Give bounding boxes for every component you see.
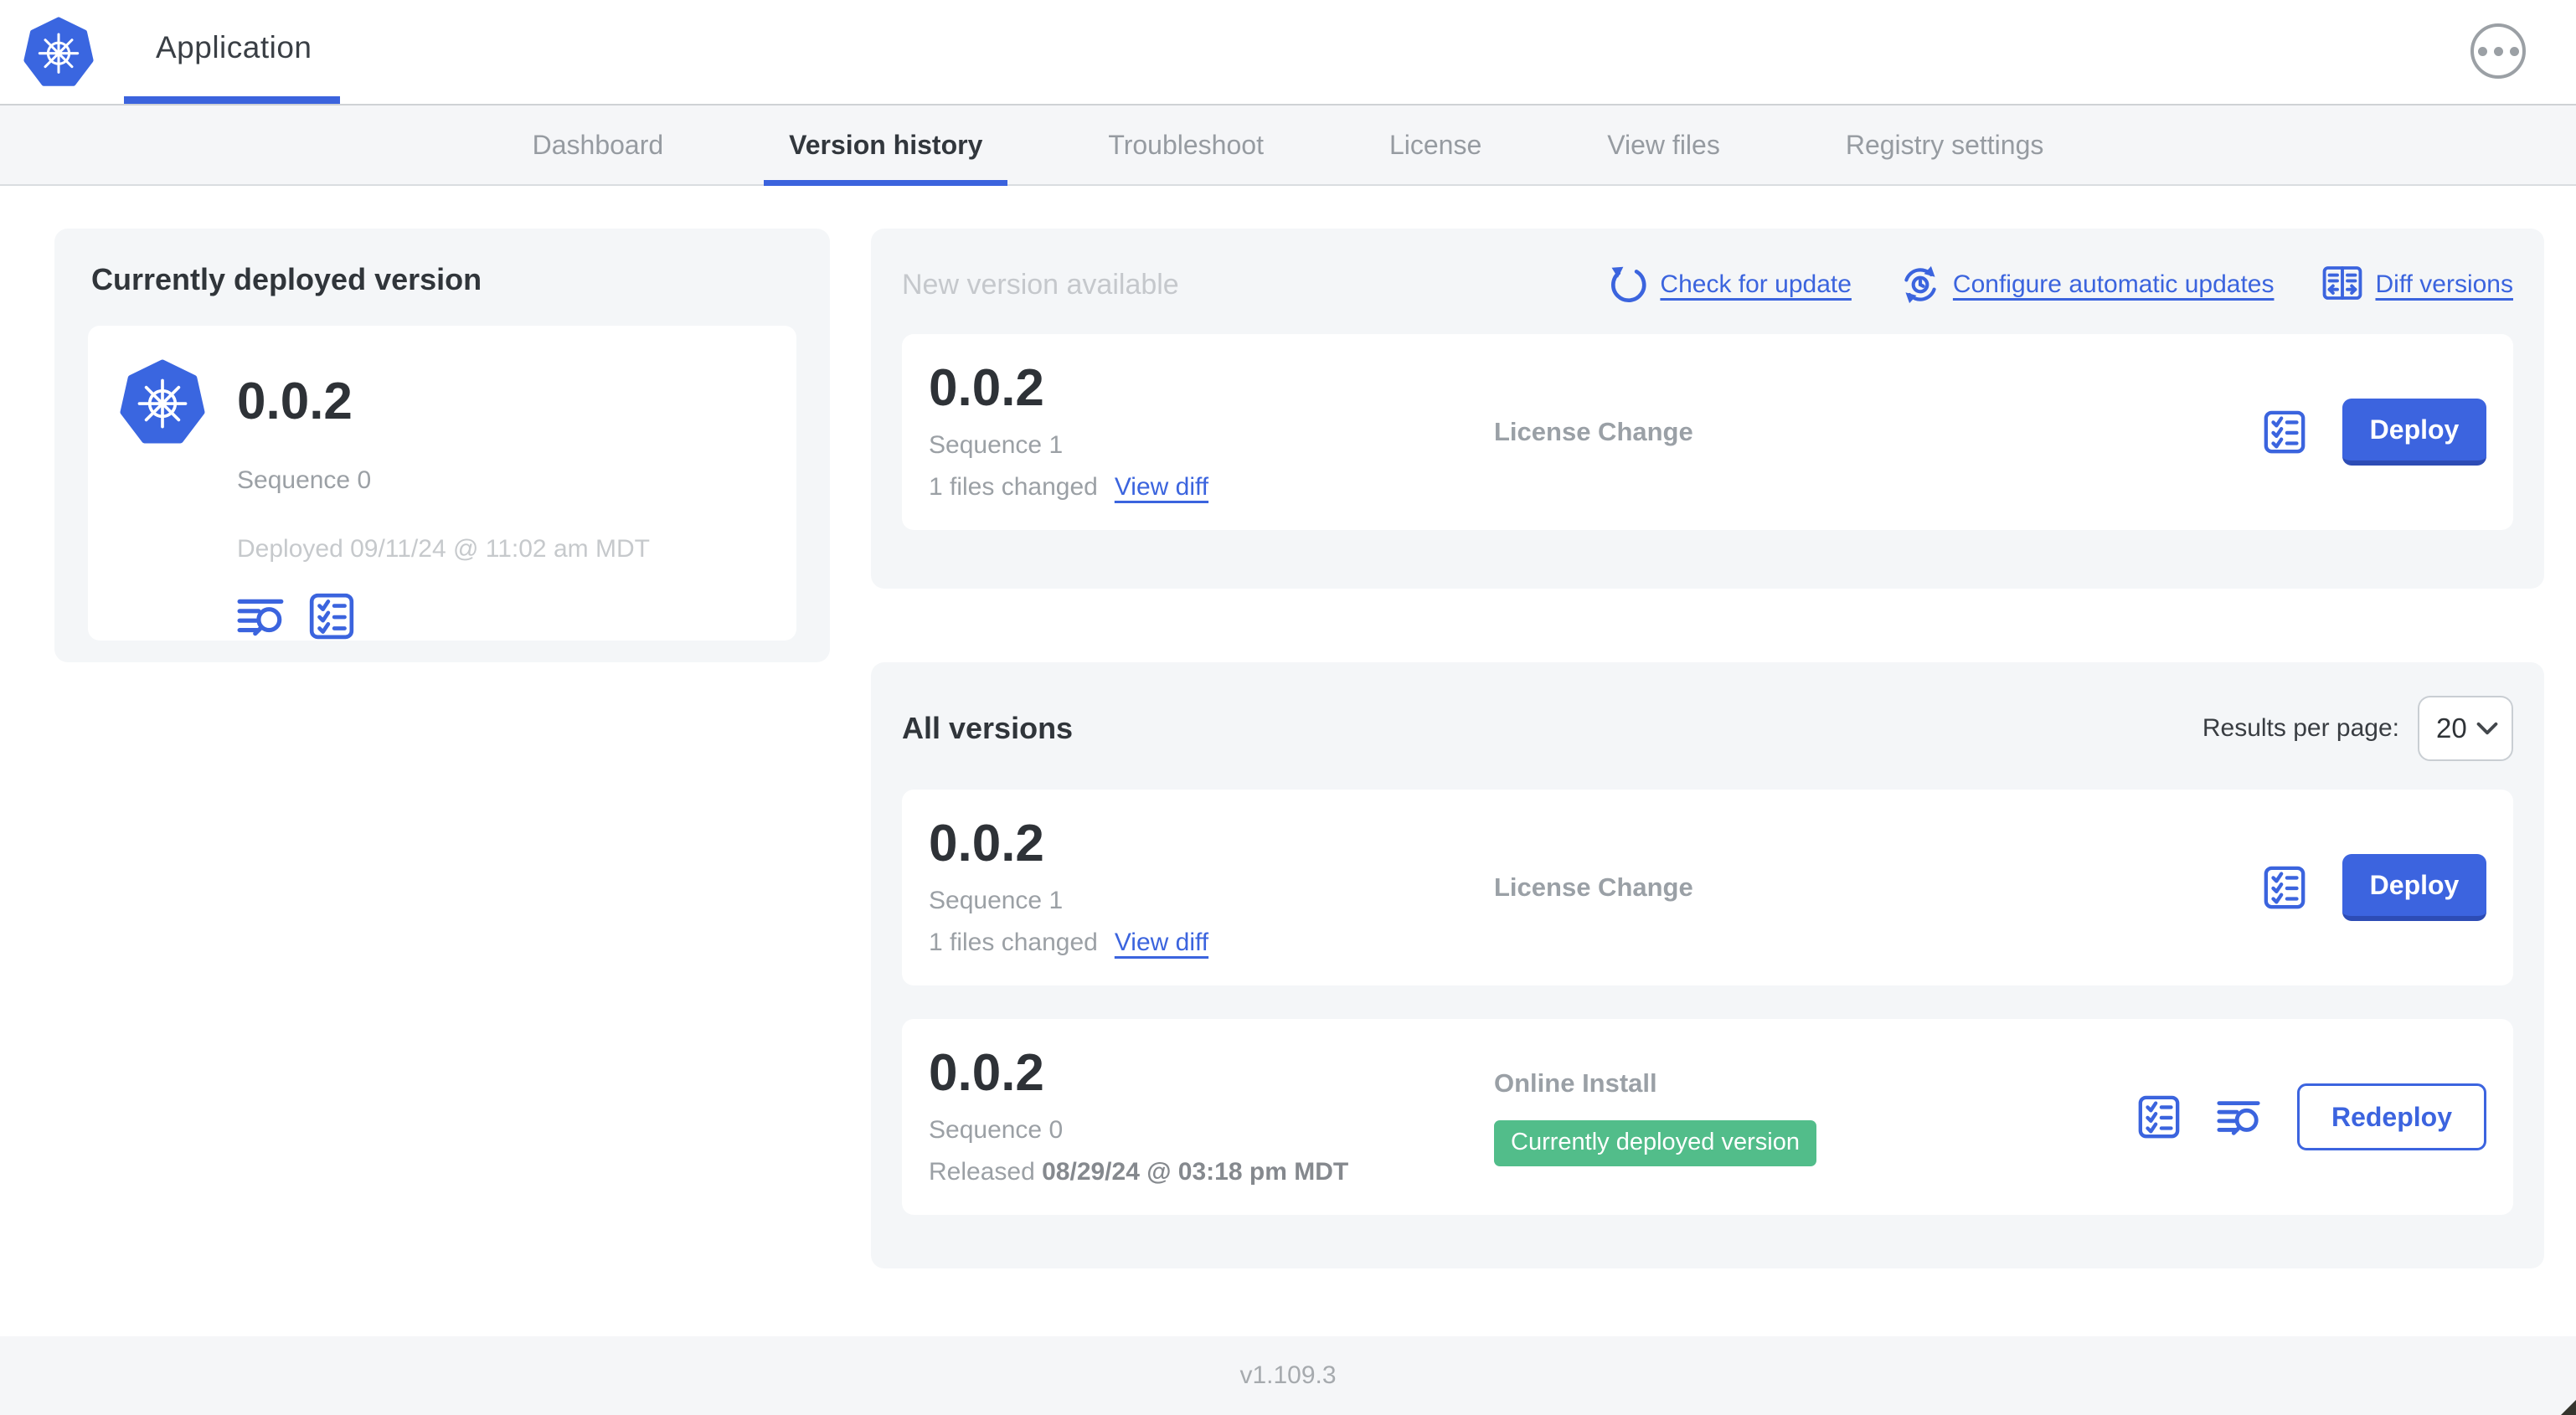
diff-versions-link[interactable]: Diff versions <box>2322 265 2513 305</box>
version-number: 0.0.2 <box>929 1044 1044 1102</box>
checklist-icon[interactable] <box>307 592 356 641</box>
tab-troubleshoot[interactable]: Troubleshoot <box>1083 105 1289 184</box>
version-sequence: Sequence 1 <box>929 887 1064 914</box>
all-versions-heading: All versions <box>902 711 1074 745</box>
version-number: 0.0.2 <box>929 359 1044 417</box>
version-row: 0.0.2 Sequence 1 1 files changed View di… <box>902 790 2513 985</box>
tab-view-files[interactable]: View files <box>1582 105 1745 184</box>
new-version-heading: New version available <box>902 268 1179 301</box>
released-timestamp: Released 08/29/24 @ 03:18 pm MDT <box>929 1158 1349 1186</box>
deployed-version-number: 0.0.2 <box>237 373 353 430</box>
refresh-icon <box>1607 265 1647 305</box>
version-sequence: Sequence 0 <box>929 1116 1064 1144</box>
check-for-update-link[interactable]: Check for update <box>1607 265 1852 305</box>
results-per-page-select[interactable]: 20 <box>2418 696 2513 761</box>
version-source: Online Install <box>1494 1068 1657 1098</box>
app-title-underline <box>124 96 340 104</box>
tab-license[interactable]: License <box>1364 105 1507 184</box>
new-version-panel: New version available Check for update C… <box>871 229 2544 589</box>
files-changed-label: 1 files changed <box>929 929 1098 956</box>
currently-deployed-panel: Currently deployed version 0.0.2 Sequenc… <box>54 229 830 662</box>
logs-icon[interactable] <box>2217 1094 2262 1140</box>
all-versions-panel: All versions Results per page: 20 0.0.2 … <box>871 662 2544 1268</box>
cursor-artifact <box>2561 1400 2576 1415</box>
app-title: Application <box>156 30 312 64</box>
deploy-button[interactable]: Deploy <box>2342 854 2486 921</box>
app-subnav: Dashboard Version history Troubleshoot L… <box>0 104 2576 186</box>
version-actions: Check for update Configure automatic upd… <box>1607 265 2513 305</box>
kubernetes-logo-icon <box>23 17 94 87</box>
configure-automatic-updates-link[interactable]: Configure automatic updates <box>1900 265 2274 305</box>
currently-deployed-card: 0.0.2 Sequence 0 Deployed 09/11/24 @ 11:… <box>88 326 796 641</box>
tab-version-history[interactable]: Version history <box>764 105 1008 186</box>
top-bar: Application <box>0 0 2576 104</box>
redeploy-button[interactable]: Redeploy <box>2296 1083 2486 1150</box>
results-per-page-label: Results per page: <box>2202 714 2399 742</box>
deployed-sequence: Sequence 0 <box>237 466 372 494</box>
tab-dashboard[interactable]: Dashboard <box>507 105 689 184</box>
chevron-down-icon <box>2476 722 2498 735</box>
view-diff-link[interactable]: View diff <box>1115 929 1208 957</box>
diff-icon <box>2322 265 2362 305</box>
view-diff-link[interactable]: View diff <box>1115 473 1208 502</box>
version-sequence: Sequence 1 <box>929 431 1064 459</box>
version-row: 0.0.2 Sequence 0 Released 08/29/24 @ 03:… <box>902 1019 2513 1215</box>
checklist-icon[interactable] <box>2262 409 2307 455</box>
overflow-menu-button[interactable] <box>2470 23 2526 79</box>
tab-registry-settings[interactable]: Registry settings <box>1821 105 2069 184</box>
app-footer: v1.109.3 <box>0 1336 2576 1415</box>
currently-deployed-badge: Currently deployed version <box>1494 1119 1816 1166</box>
logs-icon[interactable] <box>237 592 286 641</box>
files-changed-label: 1 files changed <box>929 473 1098 501</box>
kubernetes-logo-icon <box>120 359 205 445</box>
ellipsis-icon <box>2477 46 2487 56</box>
console-version: v1.109.3 <box>1239 1361 1337 1389</box>
auto-update-icon <box>1900 265 1940 305</box>
new-version-card: 0.0.2 Sequence 1 1 files changed View di… <box>902 334 2513 530</box>
version-source: License Change <box>1494 417 1693 446</box>
version-number: 0.0.2 <box>929 815 1044 872</box>
version-source: License Change <box>1494 872 1693 902</box>
checklist-icon[interactable] <box>2262 865 2307 910</box>
deployed-timestamp: Deployed 09/11/24 @ 11:02 am MDT <box>237 535 650 563</box>
checklist-icon[interactable] <box>2136 1094 2182 1140</box>
currently-deployed-heading: Currently deployed version <box>91 262 482 296</box>
deploy-button[interactable]: Deploy <box>2342 399 2486 466</box>
